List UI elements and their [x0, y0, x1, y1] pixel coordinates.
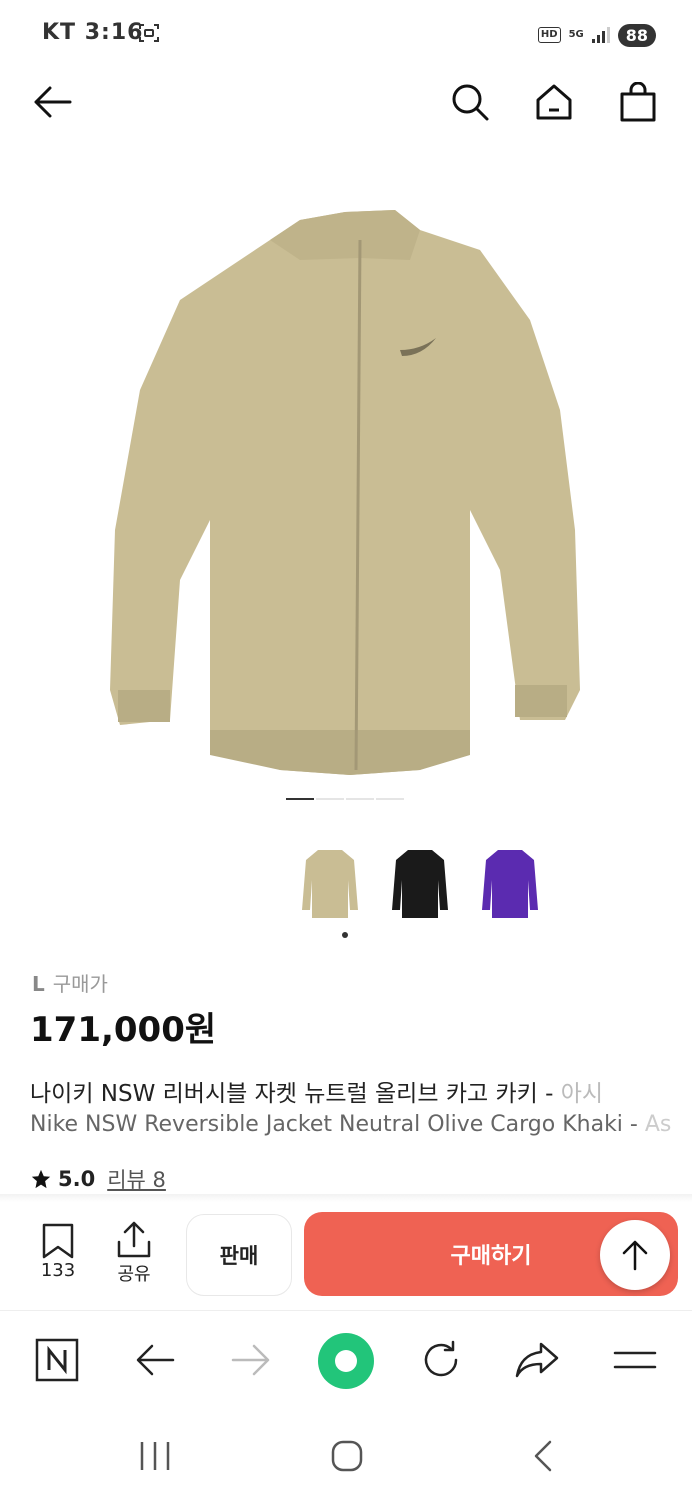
image-pager — [286, 798, 404, 800]
scroll-top-button[interactable] — [600, 1220, 670, 1290]
back-button-icon[interactable] — [518, 1434, 568, 1478]
bookmark-icon — [42, 1223, 74, 1259]
price-type: 구매가 — [52, 972, 108, 996]
back-arrow-icon[interactable] — [28, 78, 76, 126]
browser-back-icon[interactable] — [132, 1337, 178, 1383]
network-indicator: 5G — [568, 29, 584, 40]
arrow-up-icon — [622, 1240, 648, 1271]
signal-icon — [591, 27, 610, 43]
bookmark-button[interactable]: 133 — [32, 1222, 84, 1281]
color-thumbnails — [300, 842, 540, 922]
shopping-bag-icon[interactable] — [614, 78, 662, 126]
product-title-en: Nike NSW Reversible Jacket Neutral Olive… — [30, 1112, 672, 1137]
refresh-icon[interactable] — [418, 1337, 464, 1383]
naver-n-icon[interactable] — [34, 1337, 80, 1383]
browser-share-icon[interactable] — [514, 1337, 560, 1383]
thumbnail-black[interactable] — [390, 842, 450, 922]
status-bar: KT 3:16 HD 5G 88 — [0, 0, 692, 70]
thumbnail-khaki[interactable] — [300, 842, 360, 922]
home-icon[interactable] — [530, 78, 578, 126]
system-navigation — [0, 1412, 692, 1500]
menu-icon[interactable] — [610, 1337, 660, 1383]
battery-indicator: 88 — [617, 23, 656, 47]
thumbnail-indicator — [342, 932, 348, 938]
browser-home-icon[interactable] — [316, 1331, 376, 1391]
screenshot-icon — [139, 24, 159, 42]
buy-label: 구매하기 — [450, 1244, 532, 1269]
sell-button[interactable]: 판매 — [186, 1214, 292, 1296]
product-title-ko: 나이키 NSW 리버시블 자켓 뉴트럴 올리브 카고 카키 - 아시 — [30, 1081, 604, 1107]
browser-forward-icon[interactable] — [228, 1337, 274, 1383]
bookmark-count: 133 — [40, 1260, 76, 1281]
share-icon — [117, 1221, 151, 1258]
star-icon — [31, 1169, 51, 1189]
top-nav — [0, 70, 692, 132]
review-link[interactable]: 리뷰 8 — [107, 1164, 166, 1194]
product-image[interactable] — [0, 150, 692, 790]
recent-apps-icon[interactable] — [130, 1434, 180, 1478]
hd-badge: HD — [537, 27, 561, 43]
divider — [0, 1194, 692, 1202]
home-button-icon[interactable] — [322, 1434, 372, 1478]
browser-toolbar — [0, 1310, 692, 1411]
rating: 5.0 리뷰 8 — [30, 1164, 166, 1194]
thumbnail-purple[interactable] — [480, 842, 540, 922]
share-label: 공유 — [117, 1264, 151, 1285]
status-indicators: HD 5G 88 — [537, 20, 656, 50]
size-label: L — [32, 972, 45, 996]
size-price-label: L 구매가 — [32, 968, 108, 997]
purchase-action-bar: 133 공유 판매 구매하기 — [0, 1204, 692, 1308]
status-time: KT 3:16 — [42, 20, 144, 45]
share-button[interactable]: 공유 — [108, 1220, 160, 1286]
search-icon[interactable] — [446, 78, 494, 126]
rating-score: 5.0 — [58, 1167, 96, 1191]
price: 171,000원 — [30, 1010, 217, 1050]
